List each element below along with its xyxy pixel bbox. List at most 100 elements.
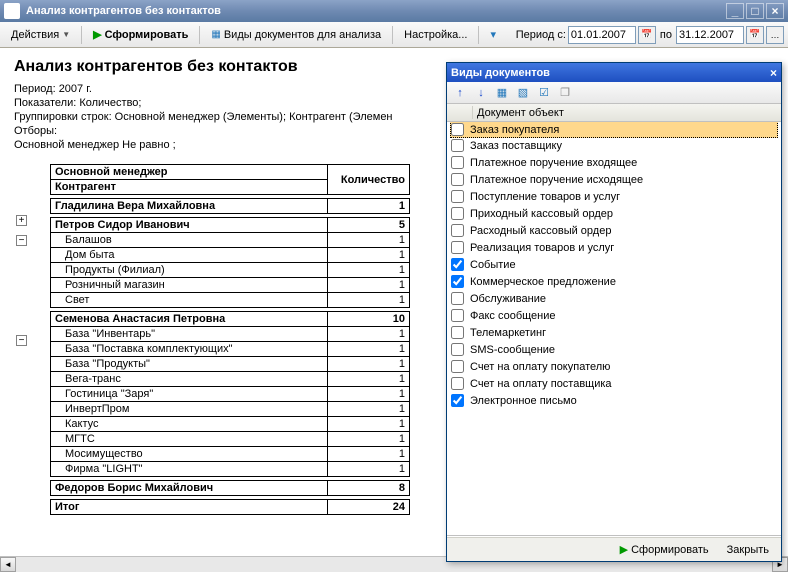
item-checkbox[interactable]	[451, 241, 464, 254]
item-label: Заказ поставщику	[470, 140, 562, 152]
maximize-button[interactable]: □	[746, 3, 764, 19]
col-count: Количество	[328, 165, 410, 195]
table-row[interactable]: МГТС1	[51, 432, 410, 447]
dialog-list-item[interactable]: Коммерческое предложение	[447, 273, 781, 290]
move-up-button[interactable]: ↑	[451, 84, 469, 102]
table-row[interactable]: Продукты (Филиал)1	[51, 263, 410, 278]
date-to-input[interactable]	[676, 26, 744, 44]
item-label: Платежное поручение исходящее	[470, 174, 643, 186]
settings-label: Настройка...	[404, 29, 467, 41]
item-checkbox[interactable]	[451, 326, 464, 339]
item-label: Приходный кассовый ордер	[470, 208, 613, 220]
dialog-list-item[interactable]: Расходный кассовый ордер	[447, 222, 781, 239]
dialog-form-button[interactable]: ▶ Сформировать	[616, 541, 713, 558]
item-label: SMS-сообщение	[470, 344, 555, 356]
table-row[interactable]: База "Поставка комплектующих"1	[51, 342, 410, 357]
item-checkbox[interactable]	[451, 275, 464, 288]
dialog-list-item[interactable]: Платежное поручение исходящее	[447, 171, 781, 188]
dialog-list-item[interactable]: Заказ покупателя	[450, 122, 778, 138]
dialog-list-item[interactable]: Телемаркетинг	[447, 324, 781, 341]
dialog-list-item[interactable]: Факс сообщение	[447, 307, 781, 324]
item-checkbox[interactable]	[451, 207, 464, 220]
dialog-close-button[interactable]: ×	[770, 66, 777, 80]
period-picker-button[interactable]: …	[766, 26, 784, 44]
play-icon: ▶	[93, 28, 101, 41]
item-checkbox[interactable]	[451, 343, 464, 356]
table-row[interactable]: Розничный магазин1	[51, 278, 410, 293]
main-toolbar: Действия ▼ ▶ Сформировать ▦ Виды докумен…	[0, 22, 788, 48]
calendar-from-button[interactable]: 📅	[638, 26, 656, 44]
table-row[interactable]: Балашов1	[51, 233, 410, 248]
table-group-row[interactable]: Гладилина Вера Михайловна1	[51, 199, 410, 214]
item-checkbox[interactable]	[451, 173, 464, 186]
dialog-list-item[interactable]: Заказ поставщику	[447, 137, 781, 154]
table-row[interactable]: Вега-транс1	[51, 372, 410, 387]
table-row[interactable]: База "Продукты"1	[51, 357, 410, 372]
item-label: Факс сообщение	[470, 310, 556, 322]
item-checkbox[interactable]	[451, 377, 464, 390]
table-group-row[interactable]: Федоров Борис Михайлович8	[51, 481, 410, 496]
calendar-to-button[interactable]: 📅	[746, 26, 764, 44]
separator	[81, 26, 82, 44]
dialog-titlebar: Виды документов ×	[447, 63, 781, 82]
item-checkbox[interactable]	[451, 224, 464, 237]
select-all-button[interactable]: ▦	[493, 84, 511, 102]
dialog-list-item[interactable]: Реализация товаров и услуг	[447, 239, 781, 256]
item-checkbox[interactable]	[451, 123, 464, 136]
separator	[199, 26, 200, 44]
dialog-list-item[interactable]: SMS-сообщение	[447, 341, 781, 358]
item-checkbox[interactable]	[451, 190, 464, 203]
settings-button[interactable]: Настройка...	[397, 24, 474, 46]
app-icon	[4, 3, 20, 19]
table-row[interactable]: Свет1	[51, 293, 410, 308]
table-row[interactable]: Дом быта1	[51, 248, 410, 263]
item-checkbox[interactable]	[451, 360, 464, 373]
item-label: Телемаркетинг	[470, 327, 546, 339]
minimize-button[interactable]: _	[726, 3, 744, 19]
table-group-row[interactable]: Петров Сидор Иванович5	[51, 218, 410, 233]
check-all-button[interactable]: ☑	[535, 84, 553, 102]
collapse-toggle[interactable]: −	[16, 335, 27, 346]
dialog-list-item[interactable]: Поступление товаров и услуг	[447, 188, 781, 205]
close-button[interactable]: ×	[766, 3, 784, 19]
table-group-row[interactable]: Семенова Анастасия Петровна10	[51, 312, 410, 327]
form-button[interactable]: ▶ Сформировать	[86, 24, 195, 46]
table-row[interactable]: Мосимущество1	[51, 447, 410, 462]
date-from-input[interactable]	[568, 26, 636, 44]
dialog-list-item[interactable]: Электронное письмо	[447, 392, 781, 409]
window-title: Анализ контрагентов без контактов	[26, 5, 726, 17]
doc-types-button[interactable]: ▦ Виды документов для анализа	[204, 24, 388, 46]
scroll-left-button[interactable]: ◄	[0, 557, 16, 572]
dialog-list-item[interactable]: Счет на оплату покупателю	[447, 358, 781, 375]
item-label: Платежное поручение входящее	[470, 157, 637, 169]
collapse-toggle[interactable]: −	[16, 235, 27, 246]
deselect-all-button[interactable]: ▧	[514, 84, 532, 102]
separator	[478, 26, 479, 44]
dialog-list-item[interactable]: Событие	[447, 256, 781, 273]
table-row[interactable]: База "Инвентарь"1	[51, 327, 410, 342]
dialog-list[interactable]: Заказ покупателя Заказ поставщику Платежно…	[447, 122, 781, 536]
table-row[interactable]: Фирма "LIGHT"1	[51, 462, 410, 477]
table-row[interactable]: Гостиница "Заря"1	[51, 387, 410, 402]
item-label: Заказ покупателя	[470, 124, 559, 136]
item-checkbox[interactable]	[451, 156, 464, 169]
actions-menu[interactable]: Действия ▼	[4, 24, 77, 46]
item-checkbox[interactable]	[451, 309, 464, 322]
dialog-list-item[interactable]: Счет на оплату поставщика	[447, 375, 781, 392]
item-checkbox[interactable]	[451, 394, 464, 407]
item-checkbox[interactable]	[451, 258, 464, 271]
filter-button[interactable]: ▾	[483, 24, 503, 46]
expand-toggle[interactable]: +	[16, 215, 27, 226]
item-checkbox[interactable]	[451, 292, 464, 305]
dialog-close-footer-button[interactable]: Закрыть	[723, 542, 773, 558]
table-row[interactable]: Кактус1	[51, 417, 410, 432]
copy-button[interactable]: ❐	[556, 84, 574, 102]
item-label: Электронное письмо	[470, 395, 577, 407]
dialog-list-item[interactable]: Приходный кассовый ордер	[447, 205, 781, 222]
item-checkbox[interactable]	[451, 139, 464, 152]
dialog-list-item[interactable]: Обслуживание	[447, 290, 781, 307]
table-row[interactable]: ИнвертПром1	[51, 402, 410, 417]
item-label: Счет на оплату поставщика	[470, 378, 612, 390]
dialog-list-item[interactable]: Платежное поручение входящее	[447, 154, 781, 171]
move-down-button[interactable]: ↓	[472, 84, 490, 102]
